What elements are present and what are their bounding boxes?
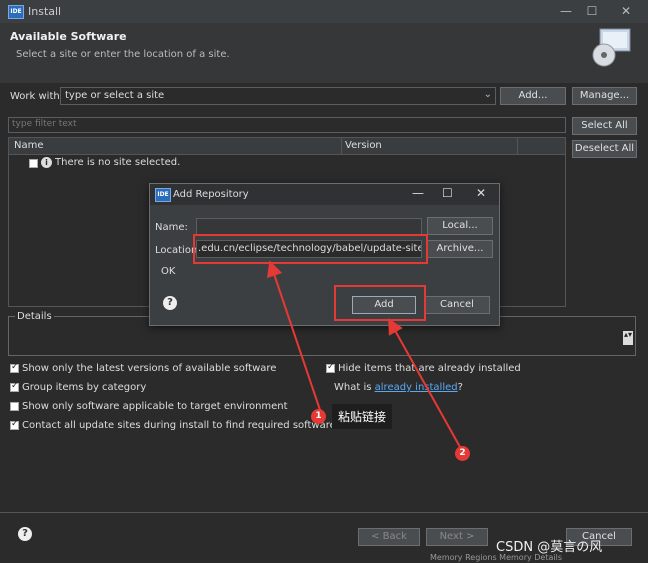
step-badge-1: 1 bbox=[311, 409, 326, 424]
paste-link-callout: 粘贴链接 bbox=[332, 404, 393, 429]
install-window: IDE Install — ☐ ✕ Available Software Sel… bbox=[0, 0, 648, 563]
step-badge-2: 2 bbox=[455, 446, 470, 461]
annotation-arrows bbox=[266, 260, 461, 448]
